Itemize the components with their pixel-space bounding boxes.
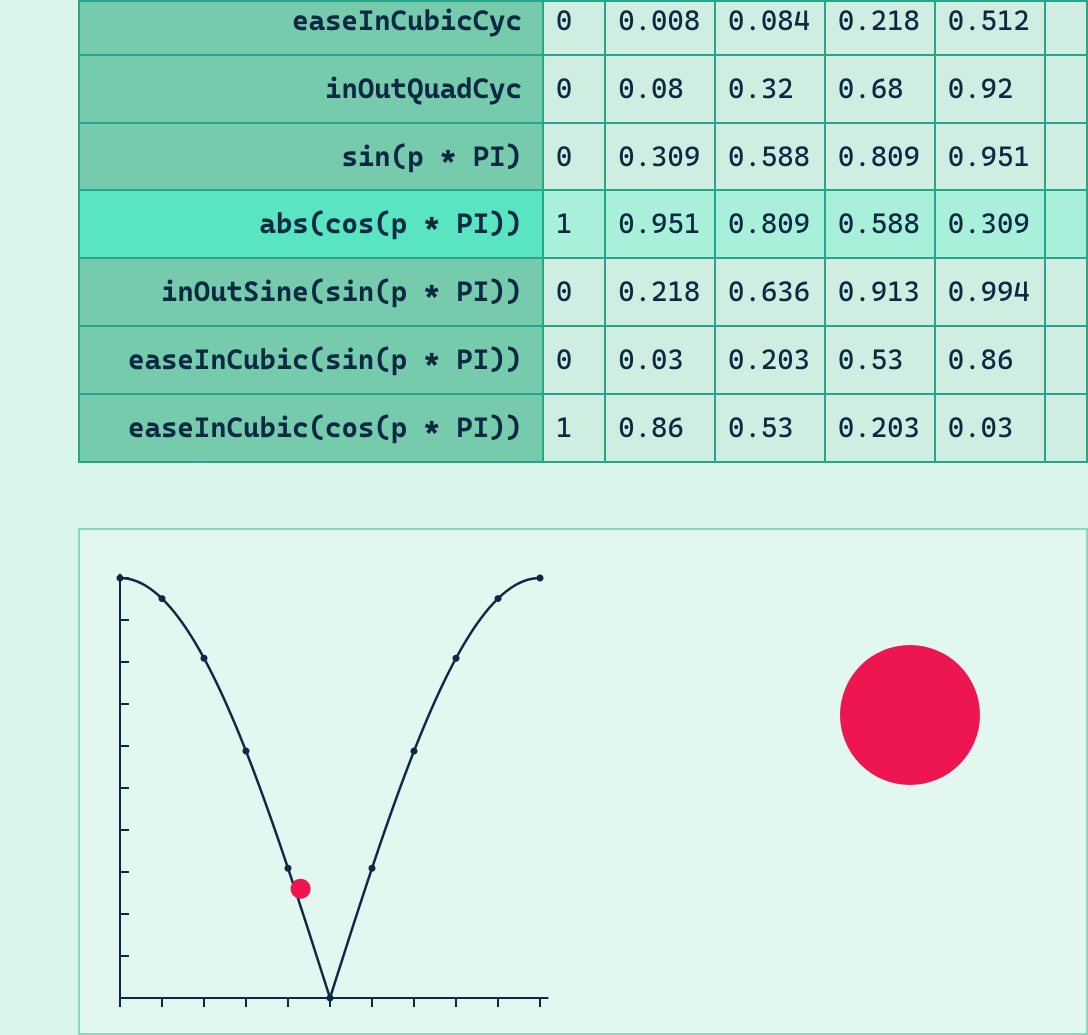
easing-value: 0.218 (825, 1, 935, 55)
easing-value: 0.53 (715, 394, 825, 462)
easing-fn-name: easeInCubic(cos(p * PI)) (79, 394, 543, 462)
easing-value: 0.03 (605, 326, 715, 394)
easing-value: 0.309 (935, 190, 1045, 258)
easing-fn-name: easeInCubic(sin(p * PI)) (79, 326, 543, 394)
easing-value: 0.588 (715, 123, 825, 191)
easing-value: 0.218 (605, 258, 715, 326)
easing-value: 0.913 (825, 258, 935, 326)
easing-value-overflow (1045, 394, 1087, 462)
table-row[interactable]: abs(cos(p * PI))10.9510.8090.5880.309 (79, 190, 1087, 258)
easing-value: 0.08 (605, 55, 715, 123)
easing-value: 0.809 (715, 190, 825, 258)
easing-value: 0.203 (825, 394, 935, 462)
animation-ball (840, 645, 980, 785)
easing-value: 0.86 (935, 326, 1045, 394)
easing-value: 0.203 (715, 326, 825, 394)
easing-value: 0.084 (715, 1, 825, 55)
table-row[interactable]: sin(p * PI)00.3090.5880.8090.951 (79, 123, 1087, 191)
easing-fn-name: sin(p * PI) (79, 123, 543, 191)
curve-plot (110, 560, 550, 1010)
easing-value-overflow (1045, 55, 1087, 123)
easing-value: 0.951 (605, 190, 715, 258)
easing-value: 0.309 (605, 123, 715, 191)
easing-fn-name: easeInCubicCyc (79, 1, 543, 55)
easing-value: 0.008 (605, 1, 715, 55)
curve-preview-panel (78, 528, 1088, 1035)
easing-value: 1 (543, 190, 605, 258)
easing-fn-name: abs(cos(p * PI)) (79, 190, 543, 258)
table-row[interactable]: inOutSine(sin(p * PI))00.2180.6360.9130.… (79, 258, 1087, 326)
easing-value: 0.636 (715, 258, 825, 326)
easing-fn-name: inOutQuadCyc (79, 55, 543, 123)
easing-value: 0.53 (825, 326, 935, 394)
easing-value: 0.951 (935, 123, 1045, 191)
easing-value: 0.92 (935, 55, 1045, 123)
easing-value: 0.32 (715, 55, 825, 123)
easing-value: 0 (543, 1, 605, 55)
easing-value-overflow (1045, 326, 1087, 394)
table-row[interactable]: easeInCubicCyc00.0080.0840.2180.512 (79, 1, 1087, 55)
easing-value: 0.512 (935, 1, 1045, 55)
easing-value: 0.809 (825, 123, 935, 191)
table-row[interactable]: easeInCubic(sin(p * PI))00.030.2030.530.… (79, 326, 1087, 394)
easing-value: 0.994 (935, 258, 1045, 326)
easing-value: 0 (543, 258, 605, 326)
easing-value: 1 (543, 394, 605, 462)
easing-value: 0.03 (935, 394, 1045, 462)
easing-fn-name: inOutSine(sin(p * PI)) (79, 258, 543, 326)
easing-value-overflow (1045, 1, 1087, 55)
table-row[interactable]: easeInCubic(cos(p * PI))10.860.530.2030.… (79, 394, 1087, 462)
easing-value-overflow (1045, 190, 1087, 258)
easing-value-overflow (1045, 123, 1087, 191)
easing-value: 0 (543, 123, 605, 191)
easing-value: 0.68 (825, 55, 935, 123)
table-row[interactable]: inOutQuadCyc00.080.320.680.92 (79, 55, 1087, 123)
easing-value: 0 (543, 55, 605, 123)
easing-value: 0.86 (605, 394, 715, 462)
easing-value: 0 (543, 326, 605, 394)
easing-value: 0.588 (825, 190, 935, 258)
easing-table: easeInCubicCyc00.0080.0840.2180.512 inOu… (78, 0, 1088, 463)
easing-value-overflow (1045, 258, 1087, 326)
